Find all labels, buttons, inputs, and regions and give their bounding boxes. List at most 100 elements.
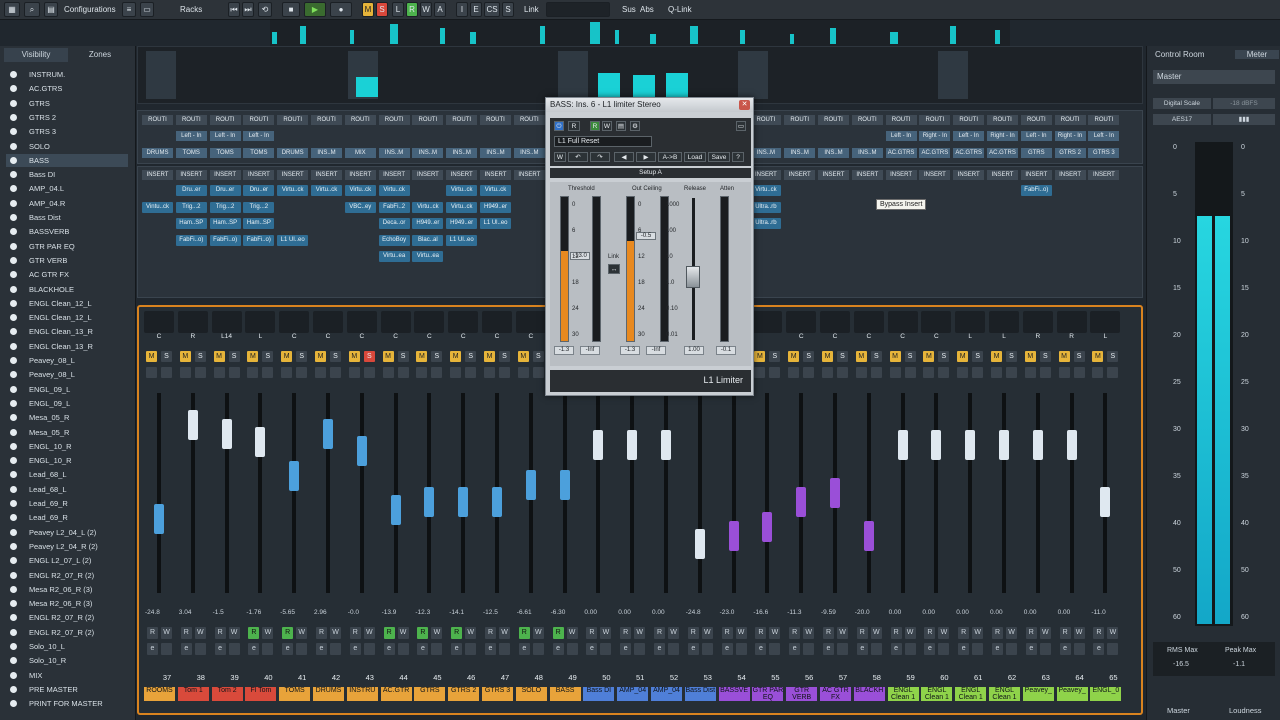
tab-meter[interactable]: Meter [1235,50,1279,59]
volume-fader[interactable] [863,520,874,551]
power-icon[interactable]: ⏻ [554,121,564,131]
edit-button[interactable]: e [992,643,1003,655]
mute-button[interactable]: M [991,351,1002,362]
settings-button[interactable] [566,643,578,655]
write-button[interactable]: W [904,627,916,639]
pan-knob[interactable] [921,311,952,333]
view-sends-button[interactable]: S [502,2,514,17]
insert-header[interactable]: INSERT [378,170,410,180]
routing-output-slot[interactable]: AC.GTRS [885,148,917,158]
listen-button[interactable] [1024,367,1036,378]
mute-button[interactable]: M [923,351,935,362]
pan-knob[interactable] [820,311,850,333]
monitor-button[interactable] [837,367,848,378]
insert-header[interactable]: INSERT [277,170,309,180]
visibility-toggle-icon[interactable] [10,357,17,364]
settings-button[interactable] [262,643,274,655]
write-button[interactable]: W [701,627,713,639]
routing-input-slot[interactable]: Left - In [1088,131,1120,141]
read-button[interactable]: R [214,627,226,639]
read-auto-icon[interactable]: R [568,121,580,131]
pan-knob[interactable] [177,311,208,333]
visibility-list-item[interactable]: MIX [10,669,42,682]
read-button[interactable]: R [823,627,834,639]
settings-button[interactable] [870,643,882,655]
abs-button[interactable]: Abs [640,2,654,17]
visibility-toggle-icon[interactable] [10,571,17,579]
routing-output-slot[interactable]: TOMS [175,148,207,158]
settings-button[interactable] [161,643,172,655]
routing-output-slot[interactable]: TOMS [209,148,241,158]
insert-slot[interactable]: FabFi..o) [209,234,241,246]
read-button[interactable]: R [180,627,192,639]
solo-button[interactable]: S [938,351,950,362]
global-write-button[interactable]: W [420,2,432,17]
visibility-toggle-icon[interactable] [10,457,17,465]
read-button[interactable]: R [383,627,395,639]
monitor-button[interactable] [465,367,477,378]
volume-fader[interactable] [390,495,401,525]
routing-header[interactable]: ROUTI [480,115,511,125]
global-solo-button[interactable]: S [376,2,388,17]
configurations-button[interactable]: Configurations [64,2,116,17]
write-button[interactable]: W [837,627,848,639]
listen-button[interactable] [991,367,1002,378]
rack-icon[interactable]: ▭ [140,2,154,17]
visibility-list-item[interactable]: AMP_04.L [10,182,64,195]
write-button[interactable]: W [769,627,781,639]
global-read-button[interactable]: R [406,2,418,17]
routing-output-slot[interactable]: TOMS [243,148,275,158]
insert-header[interactable]: INSERT [953,170,985,180]
visibility-toggle-icon[interactable] [10,371,17,379]
record-icon[interactable]: ● [330,2,352,17]
visibility-toggle-icon[interactable] [10,643,17,650]
visibility-list-item[interactable]: ENGL_10_R [10,454,72,467]
routing-output-slot[interactable]: MIX [344,148,376,158]
read-button[interactable]: R [1025,627,1037,639]
insert-slot[interactable]: Ultra..rb [750,201,782,213]
volume-fader[interactable] [559,469,570,500]
pan-knob[interactable] [380,311,411,333]
visibility-toggle-icon[interactable] [10,428,17,436]
pan-knob[interactable] [1090,311,1121,333]
volume-fader[interactable] [796,486,807,517]
visibility-toggle-icon[interactable] [10,271,17,279]
visibility-toggle-icon[interactable] [10,314,17,322]
channel-name[interactable]: GTR VERB [786,687,818,701]
solo-button[interactable]: S [904,351,916,362]
read-button[interactable]: R [316,627,327,639]
visibility-list-item[interactable]: INSTRUM. [10,68,65,81]
listen-button[interactable] [382,367,394,378]
racks-button[interactable]: Racks [180,2,202,17]
edit-button[interactable]: e [1093,643,1105,655]
insert-slot[interactable]: Virtu..ck [750,185,782,196]
routing-output-slot[interactable]: AC.GTRS [919,148,951,158]
insert-header[interactable]: INSERT [1088,170,1120,180]
view-inputs-button[interactable]: I [456,2,468,17]
listen-button[interactable] [247,367,259,378]
cycle-icon[interactable]: ⟲ [258,2,272,17]
solo-button[interactable]: S [296,351,308,362]
edit-button[interactable]: e [687,643,699,655]
read-button[interactable]: R [890,627,902,639]
solo-button[interactable]: S [431,351,443,362]
insert-header[interactable]: INSERT [344,170,376,180]
listen-button[interactable] [754,367,766,378]
visibility-toggle-icon[interactable] [10,285,17,293]
configurations-icon[interactable]: ▤ [44,2,58,17]
plugin-title[interactable]: BASS: Ins. 6 - L1 limiter Stereo [546,98,753,112]
pan-knob[interactable] [245,311,276,333]
routing-header[interactable]: ROUTI [750,115,782,125]
mute-button[interactable]: M [855,351,867,362]
edit-button[interactable]: e [451,643,463,655]
mute-button[interactable]: M [1058,351,1070,362]
settings-button[interactable] [972,643,984,655]
compare-button[interactable]: A->B [658,152,682,162]
write-button[interactable]: W [431,627,443,639]
routing-header[interactable]: ROUTI [412,115,444,125]
routing-header[interactable]: ROUTI [987,115,1018,125]
write-button[interactable]: W [972,627,984,639]
visibility-toggle-icon[interactable] [10,657,17,665]
settings-button[interactable] [837,643,848,655]
go-to-start-icon[interactable]: ⏮ [228,2,240,17]
